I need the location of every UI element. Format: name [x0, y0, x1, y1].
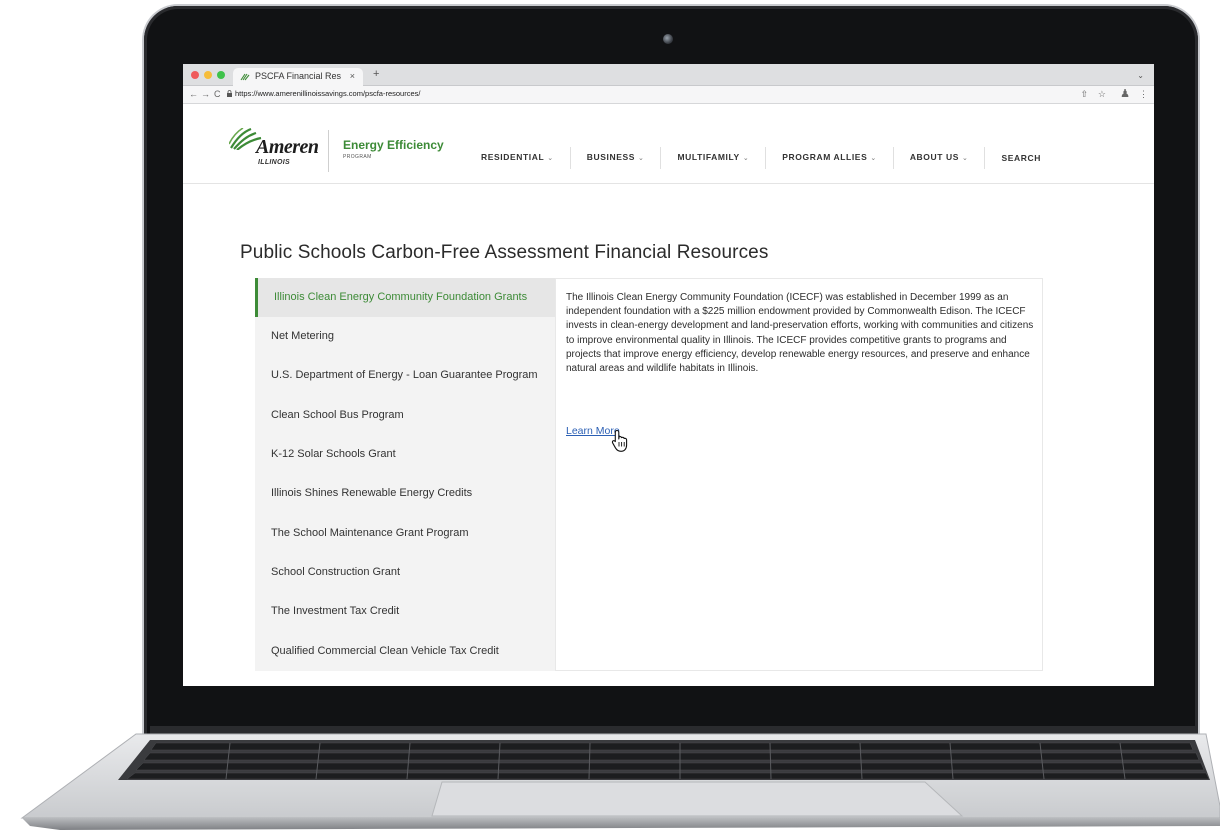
side-nav-item-clean-school-bus[interactable]: Clean School Bus Program: [255, 396, 555, 435]
menu-program-allies-label: PROGRAM ALLIES: [782, 152, 868, 162]
browser-menu-icon[interactable]: ⋮: [1139, 89, 1148, 100]
menu-search[interactable]: SEARCH: [985, 148, 1057, 168]
tab-title: PSCFA Financial Res: [255, 71, 342, 81]
bookmark-star-icon[interactable]: ☆: [1098, 89, 1106, 100]
webcam: [663, 34, 673, 44]
menu-multifamily[interactable]: MULTIFAMILY ⌄: [661, 147, 767, 169]
laptop-screen: PSCFA Financial Res × + ⌄ ← → C https://…: [183, 64, 1154, 686]
chevron-down-icon: ⌄: [638, 155, 645, 162]
chevron-down-icon: ⌄: [870, 155, 877, 162]
share-icon[interactable]: ⇧: [1080, 89, 1088, 100]
menu-search-label: SEARCH: [1001, 153, 1041, 163]
laptop-keyboard-deck: [20, 726, 1220, 830]
side-nav-item-clean-vehicle-credit[interactable]: Qualified Commercial Clean Vehicle Tax C…: [255, 632, 555, 671]
side-nav-item-investment-tax-credit[interactable]: The Investment Tax Credit: [255, 592, 555, 631]
hand-pointer-cursor-icon: [611, 429, 628, 452]
logo-region: ILLINOIS: [258, 159, 290, 166]
site-header: Ameren ILLINOIS Energy Efficiency PROGRA…: [183, 104, 1154, 184]
main-menu: RESIDENTIAL ⌄ BUSINESS ⌄ MULTIFAMILY ⌄ PROG…: [465, 147, 1057, 169]
ameren-favicon-icon: [240, 73, 250, 81]
resource-description: The Illinois Clean Energy Community Foun…: [566, 292, 1034, 375]
window-close-button[interactable]: [191, 71, 199, 79]
menu-residential-label: RESIDENTIAL: [481, 152, 545, 162]
logo-divider: [328, 130, 329, 172]
tab-close-icon[interactable]: ×: [350, 71, 355, 81]
menu-multifamily-label: MULTIFAMILY: [677, 152, 740, 162]
url-field[interactable]: https://www.amerenillinoissavings.com/ps…: [225, 89, 421, 98]
window-minimize-button[interactable]: [204, 71, 212, 79]
menu-about-us[interactable]: ABOUT US ⌄: [894, 147, 986, 169]
chevron-down-icon: ⌄: [962, 155, 969, 162]
browser-tab[interactable]: PSCFA Financial Res ×: [233, 68, 363, 86]
side-nav-item-net-metering[interactable]: Net Metering: [255, 317, 555, 356]
laptop-base: [0, 726, 1220, 832]
side-nav-item-doe-loan[interactable]: U.S. Department of Energy - Loan Guarant…: [255, 356, 555, 395]
browser-tab-bar: PSCFA Financial Res × + ⌄: [183, 64, 1154, 86]
menu-business[interactable]: BUSINESS ⌄: [571, 147, 662, 169]
back-icon[interactable]: ←: [189, 89, 198, 99]
browser-address-bar: ← → C https://www.amerenillinoissavings.…: [183, 86, 1154, 104]
side-nav-item-icecf[interactable]: Illinois Clean Energy Community Foundati…: [255, 278, 555, 317]
reload-icon[interactable]: C: [214, 89, 221, 99]
new-tab-button[interactable]: +: [373, 68, 379, 80]
menu-residential[interactable]: RESIDENTIAL ⌄: [465, 147, 571, 169]
side-nav-item-maintenance-grant[interactable]: The School Maintenance Grant Program: [255, 514, 555, 553]
side-nav-item-construction-grant[interactable]: School Construction Grant: [255, 553, 555, 592]
window-maximize-button[interactable]: [217, 71, 225, 79]
profile-icon[interactable]: ♟: [1120, 87, 1130, 100]
energy-efficiency-title: Energy Efficiency: [343, 138, 444, 152]
page-title: Public Schools Carbon-Free Assessment Fi…: [240, 242, 769, 263]
forward-icon[interactable]: →: [201, 89, 210, 99]
ameren-logo-text[interactable]: Ameren: [256, 136, 319, 159]
menu-business-label: BUSINESS: [586, 152, 636, 162]
menu-program-allies[interactable]: PROGRAM ALLIES ⌄: [766, 147, 894, 169]
side-nav-item-k12-solar[interactable]: K-12 Solar Schools Grant: [255, 435, 555, 474]
chevron-down-icon: ⌄: [742, 155, 750, 162]
energy-efficiency-sub: PROGRAM: [343, 154, 372, 160]
resource-detail-panel: The Illinois Clean Energy Community Foun…: [555, 278, 1043, 671]
menu-about-us-label: ABOUT US: [909, 152, 960, 162]
side-nav-item-illinois-shines[interactable]: Illinois Shines Renewable Energy Credits: [255, 474, 555, 513]
resources-side-nav: Illinois Clean Energy Community Foundati…: [255, 278, 555, 671]
chevron-down-icon: ⌄: [547, 155, 554, 162]
tab-list-chevron-icon[interactable]: ⌄: [1137, 71, 1144, 80]
